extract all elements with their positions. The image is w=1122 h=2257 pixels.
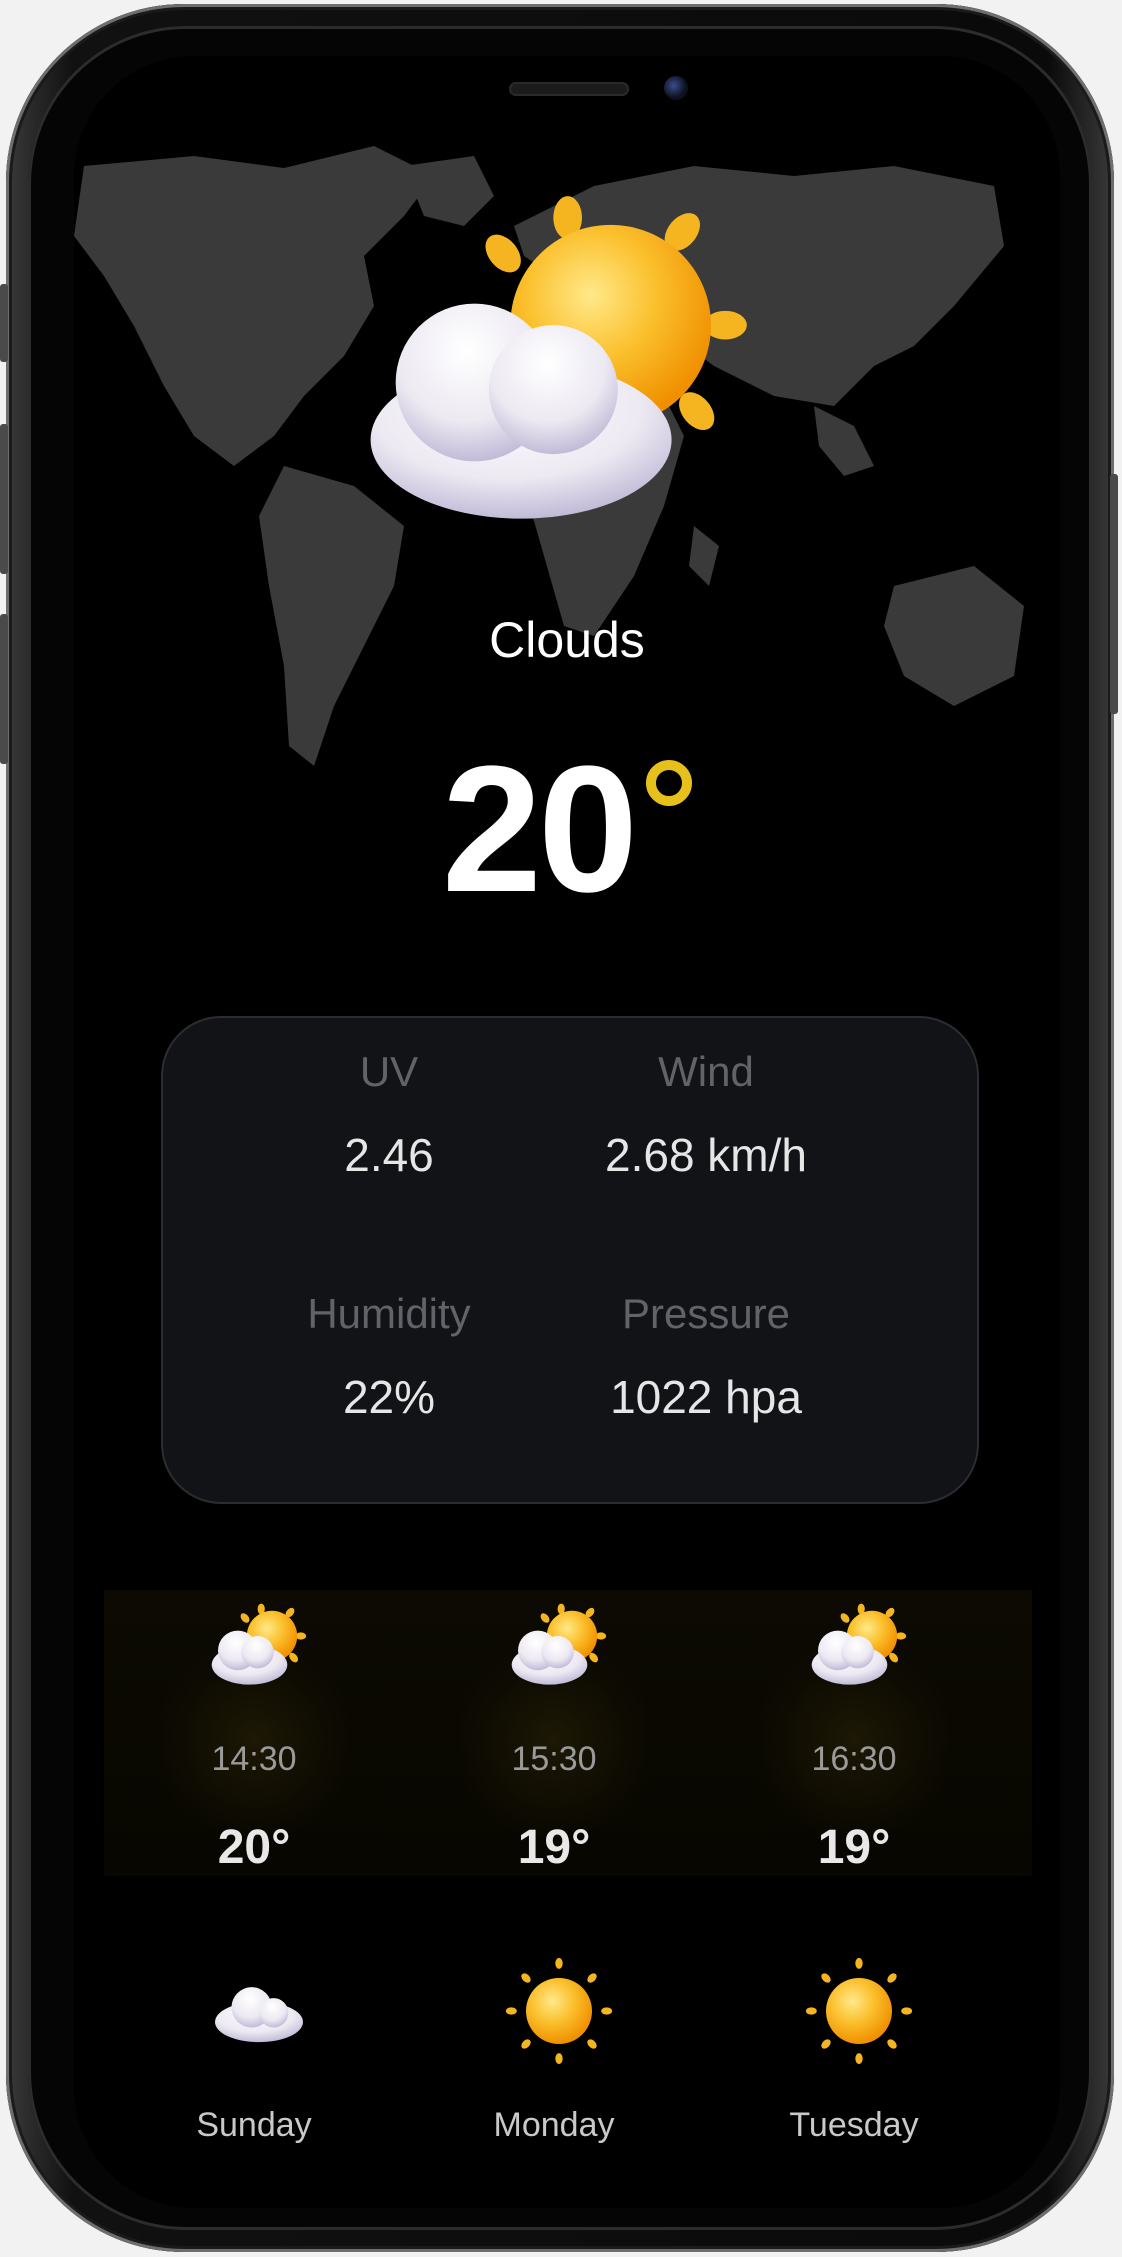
cloud-icon (204, 1956, 314, 2066)
hour-temp: 19° (517, 1821, 591, 1874)
side-button-mute (0, 284, 8, 362)
stats-card: UV 2.46 Wind 2.68 km/h Humidity 22% Pres… (161, 1016, 979, 1504)
current-temperature: 20 (74, 726, 1060, 933)
hour-time: 14:30 (211, 1740, 297, 1778)
side-button-power (1110, 474, 1118, 714)
day-name: Monday (493, 2106, 615, 2144)
humidity-value: 22% (342, 1371, 436, 1423)
day-name: Sunday (196, 2106, 312, 2144)
uv-value: 2.46 (344, 1129, 434, 1181)
notch (312, 56, 822, 138)
wind-label: Wind (658, 1048, 754, 1095)
hour-temp: 20° (217, 1821, 291, 1874)
side-button-volume-up (0, 424, 8, 574)
sun-behind-cloud-icon (199, 1600, 309, 1690)
day-name: Tuesday (789, 2106, 919, 2144)
side-button-volume-down (0, 614, 8, 764)
stat-pressure: Pressure 1022 hpa (546, 1290, 866, 1424)
speaker-grille (509, 82, 629, 96)
pressure-value: 1022 hpa (610, 1371, 802, 1423)
phone-frame: Clouds 20 UV 2.46 Wind 2.68 km/h Humidit… (0, 4, 1118, 2252)
stat-wind: Wind 2.68 km/h (546, 1048, 866, 1182)
humidity-label: Humidity (307, 1290, 471, 1337)
hourly-forecast: 14:30 20° 15:30 19° 16:30 19° (104, 1590, 1032, 1876)
current-weather-icon (324, 176, 754, 546)
stat-humidity: Humidity 22% (229, 1290, 549, 1424)
uv-label: UV (359, 1048, 419, 1095)
sun-behind-cloud-icon (499, 1600, 609, 1690)
hour-temp: 19° (817, 1821, 891, 1874)
screen: Clouds 20 UV 2.46 Wind 2.68 km/h Humidit… (74, 56, 1060, 2208)
front-camera (664, 76, 688, 100)
pressure-label: Pressure (621, 1290, 791, 1337)
sun-icon (504, 1956, 614, 2066)
stat-uv: UV 2.46 (229, 1048, 549, 1182)
temperature-value: 20 (441, 729, 638, 930)
hour-time: 15:30 (511, 1740, 597, 1778)
hour-time: 16:30 (811, 1740, 897, 1778)
condition-label: Clouds (489, 612, 645, 668)
sun-behind-cloud-icon (799, 1600, 909, 1690)
degree-symbol (646, 760, 693, 806)
wind-value: 2.68 km/h (605, 1129, 807, 1181)
sun-icon (804, 1956, 914, 2066)
